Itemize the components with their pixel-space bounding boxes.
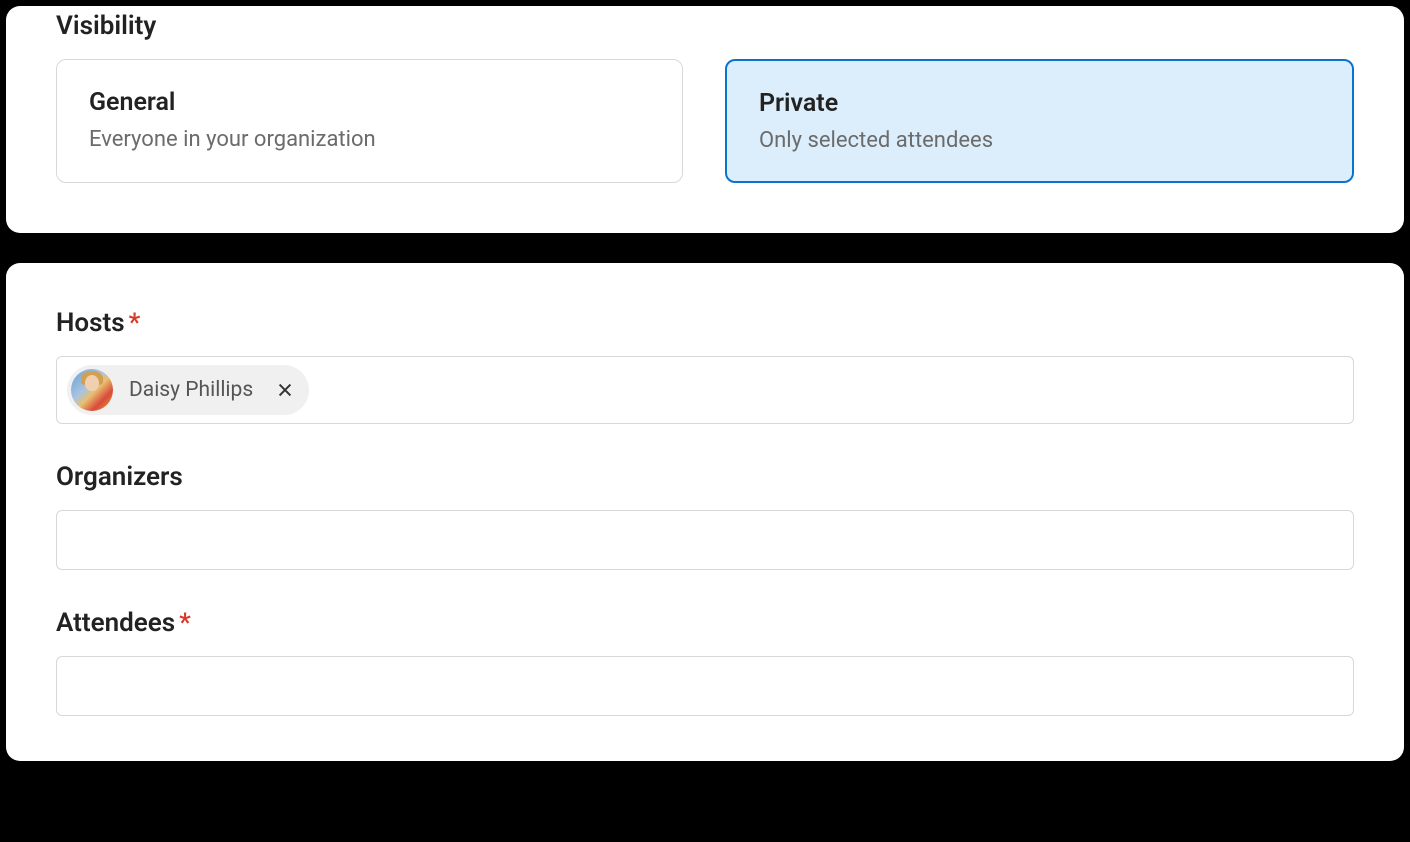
chip-name: Daisy Phillips — [123, 378, 259, 402]
attendees-input-box[interactable] — [56, 656, 1354, 716]
hosts-input[interactable] — [317, 370, 1343, 410]
section-gap — [0, 233, 1410, 263]
required-indicator: * — [179, 608, 191, 638]
visibility-option-private[interactable]: Private Only selected attendees — [725, 59, 1354, 183]
organizers-label-text: Organizers — [56, 462, 183, 492]
people-section: Hosts* Daisy Phillips Organizers Att — [6, 263, 1404, 761]
visibility-title: Visibility — [56, 11, 1354, 41]
remove-chip-button[interactable] — [275, 380, 295, 400]
hosts-input-box[interactable]: Daisy Phillips — [56, 356, 1354, 424]
attendees-input[interactable] — [67, 666, 1343, 706]
option-desc: Everyone in your organization — [89, 127, 650, 152]
visibility-options: General Everyone in your organization Pr… — [56, 59, 1354, 183]
option-desc: Only selected attendees — [759, 128, 1320, 153]
attendees-label-text: Attendees — [56, 608, 175, 638]
avatar — [71, 369, 113, 411]
attendees-field: Attendees* — [56, 608, 1354, 716]
hosts-label: Hosts* — [56, 308, 1354, 338]
required-indicator: * — [129, 308, 141, 338]
organizers-label: Organizers — [56, 462, 1354, 492]
hosts-label-text: Hosts — [56, 308, 125, 338]
organizers-input-box[interactable] — [56, 510, 1354, 570]
option-title: Private — [759, 89, 1320, 118]
host-chip: Daisy Phillips — [67, 365, 309, 415]
hosts-field: Hosts* Daisy Phillips — [56, 308, 1354, 424]
attendees-label: Attendees* — [56, 608, 1354, 638]
organizers-input[interactable] — [67, 520, 1343, 560]
close-icon — [276, 381, 294, 399]
visibility-section: Visibility General Everyone in your orga… — [6, 6, 1404, 233]
option-title: General — [89, 88, 650, 117]
organizers-field: Organizers — [56, 462, 1354, 570]
visibility-option-general[interactable]: General Everyone in your organization — [56, 59, 683, 183]
